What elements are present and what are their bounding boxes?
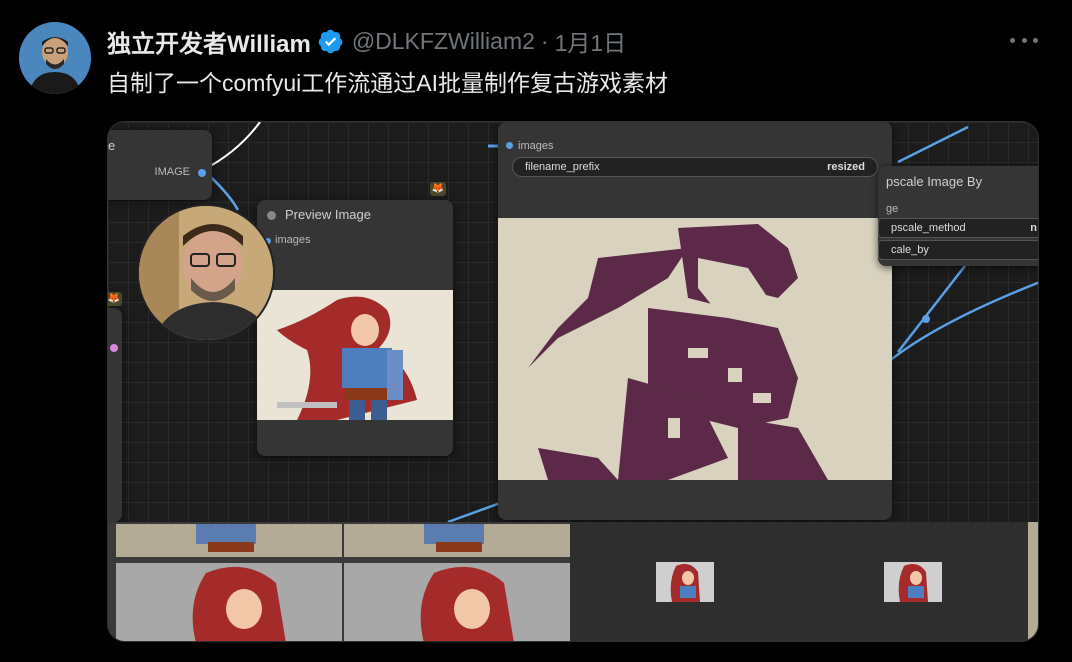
preview-node-title: Preview Image xyxy=(285,207,371,222)
gallery-thumb-1[interactable] xyxy=(116,563,342,641)
upscale-method-label: pscale_method xyxy=(891,222,966,234)
upscale-image-by-node[interactable]: pscale Image By ge pscale_method n cale_… xyxy=(878,166,1038,266)
user-handle[interactable]: @DLKFZWilliam2 xyxy=(352,28,535,55)
gallery-thumb-1-top[interactable] xyxy=(116,524,342,557)
tweet-date[interactable]: 1月1日 xyxy=(555,24,627,58)
node-badge-icon: 🦊 xyxy=(430,182,446,196)
upscale-node-title: pscale Image By xyxy=(886,174,983,189)
display-name[interactable]: 独立开发者William xyxy=(107,24,311,59)
image-output-port[interactable] xyxy=(198,169,206,177)
verified-badge-icon xyxy=(318,29,343,53)
webcam-overlay xyxy=(137,204,275,342)
tweet-text: 自制了一个comfyui工作流通过AI批量制作复古游戏素材 xyxy=(107,70,668,96)
load-image-node[interactable]: e IMAGE xyxy=(108,130,212,200)
scale-by-label: cale_by xyxy=(891,244,929,256)
filename-prefix-field[interactable]: filename_prefix resized xyxy=(512,157,878,177)
preview-image-node[interactable]: Preview Image images xyxy=(257,200,453,456)
upscale-method-field[interactable]: pscale_method n xyxy=(878,218,1038,238)
pixelated-output-image xyxy=(498,218,892,480)
save-image-node[interactable]: images filename_prefix resized xyxy=(498,122,892,520)
tweet-header: 独立开发者William @DLKFZWilliam2 · 1月1日 xyxy=(107,24,626,58)
more-options-icon[interactable] xyxy=(1010,30,1038,50)
preview-images-input: images xyxy=(275,234,311,246)
avatar-photo xyxy=(19,22,91,94)
output-gallery-strip xyxy=(108,522,1038,641)
side-node[interactable] xyxy=(108,308,122,522)
filename-prefix-label: filename_prefix xyxy=(525,161,600,173)
preview-sprite-image xyxy=(257,290,453,420)
upscale-image-input: ge xyxy=(886,203,899,215)
load-node-title: e xyxy=(108,138,116,153)
gallery-thumb-3[interactable] xyxy=(656,562,714,602)
filename-prefix-value: resized xyxy=(827,161,865,173)
tweet-media-video[interactable]: e IMAGE 🦊 🦊 Preview Image images images … xyxy=(107,121,1039,642)
gallery-thumb-4[interactable] xyxy=(884,562,942,602)
gallery-thumb-2[interactable] xyxy=(344,563,570,641)
image-output-label: IMAGE xyxy=(154,166,190,178)
save-images-input: images xyxy=(518,140,554,152)
upscale-method-value: n xyxy=(1030,222,1037,234)
gallery-thumb-2-top[interactable] xyxy=(344,524,570,557)
author-avatar[interactable] xyxy=(19,22,91,94)
scale-by-field[interactable]: cale_by xyxy=(878,240,1038,260)
separator-dot: · xyxy=(540,27,549,54)
node-badge-icon-2: 🦊 xyxy=(107,292,122,306)
